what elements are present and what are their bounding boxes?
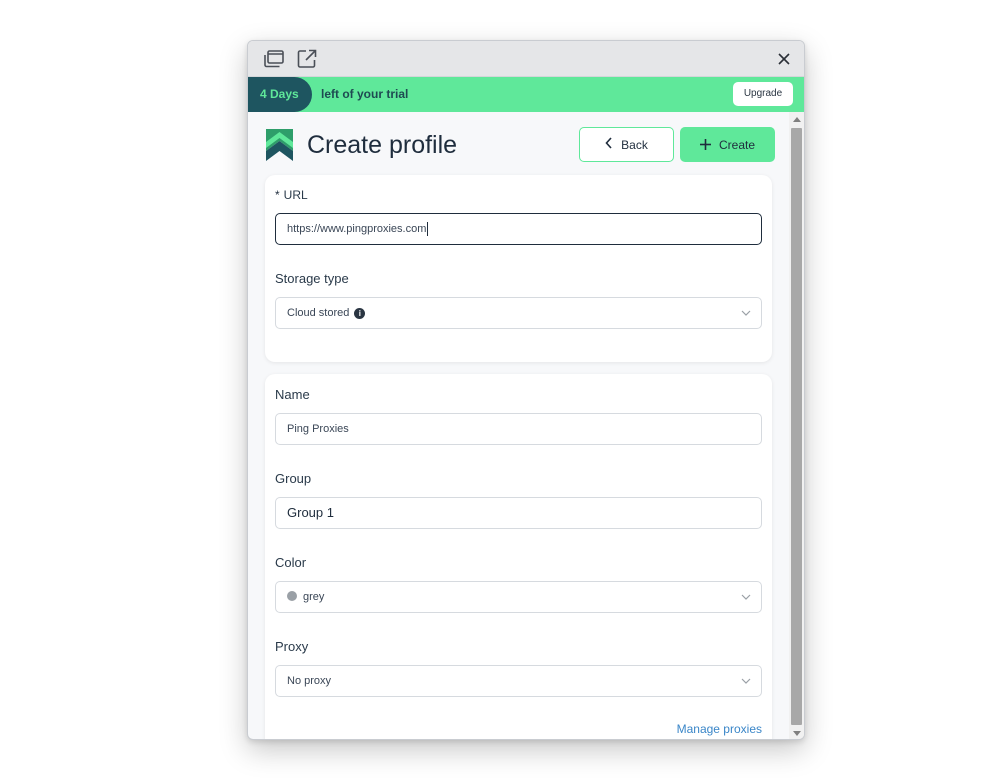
- color-label: Color: [275, 555, 307, 570]
- color-select-value: grey: [303, 591, 325, 603]
- scroll-down-arrow-icon[interactable]: [793, 731, 801, 736]
- group-label: Group: [275, 471, 312, 486]
- url-label-text: URL: [283, 188, 308, 202]
- close-icon[interactable]: [774, 49, 794, 69]
- app-window: 4 Days left of your trial Upgrade Create…: [247, 40, 805, 740]
- group-input[interactable]: Group 1: [275, 497, 762, 529]
- page-title: Create profile: [307, 131, 458, 159]
- url-label: * URL: [275, 188, 308, 202]
- color-swatch: [287, 591, 297, 602]
- manage-proxies-link[interactable]: Manage proxies: [677, 722, 762, 736]
- trial-text: left of your trial: [321, 87, 409, 101]
- vertical-scrollbar[interactable]: [789, 112, 804, 739]
- name-label: Name: [275, 387, 310, 402]
- storage-type-value: Cloud stored: [287, 307, 350, 319]
- back-button-label: Back: [621, 137, 648, 152]
- app-logo-icon: [266, 129, 293, 161]
- group-input-value: Group 1: [287, 505, 334, 520]
- required-mark: *: [275, 188, 280, 202]
- create-button[interactable]: Create: [680, 127, 775, 162]
- upgrade-button[interactable]: Upgrade: [733, 82, 793, 106]
- scrollbar-thumb[interactable]: [791, 128, 802, 725]
- external-link-icon[interactable]: [296, 48, 318, 70]
- name-input[interactable]: Ping Proxies: [275, 413, 762, 445]
- chevron-down-icon: [741, 310, 751, 316]
- storage-type-select[interactable]: Cloud stored i: [275, 297, 762, 329]
- plus-icon: [699, 136, 711, 153]
- scroll-up-arrow-icon[interactable]: [793, 117, 801, 122]
- trial-banner: 4 Days left of your trial Upgrade: [248, 77, 804, 112]
- profile-details-card: Name Ping Proxies Group Group 1 Color gr…: [265, 374, 772, 739]
- title-bar: [248, 41, 804, 77]
- proxy-label: Proxy: [275, 639, 309, 654]
- url-card: * URL https://www.pingproxies.com Storage…: [265, 175, 772, 362]
- storage-type-label: Storage type: [275, 271, 349, 286]
- create-button-label: Create: [718, 137, 756, 152]
- back-button[interactable]: Back: [579, 127, 674, 162]
- main-content: Create profile Back Create * URL https://…: [248, 112, 790, 739]
- proxy-select-value: No proxy: [287, 675, 332, 687]
- window-icon[interactable]: [263, 48, 285, 70]
- chevron-down-icon: [741, 678, 751, 684]
- info-icon[interactable]: i: [354, 307, 366, 319]
- name-input-value: Ping Proxies: [287, 423, 349, 435]
- text-caret: [427, 222, 429, 237]
- chevron-left-icon: [605, 137, 613, 152]
- chevron-down-icon: [741, 594, 751, 600]
- url-input[interactable]: https://www.pingproxies.com: [275, 213, 762, 245]
- proxy-select[interactable]: No proxy: [275, 665, 762, 697]
- trial-days-badge: 4 Days: [248, 77, 312, 112]
- url-input-value: https://www.pingproxies.com: [287, 223, 427, 235]
- color-select[interactable]: grey: [275, 581, 762, 613]
